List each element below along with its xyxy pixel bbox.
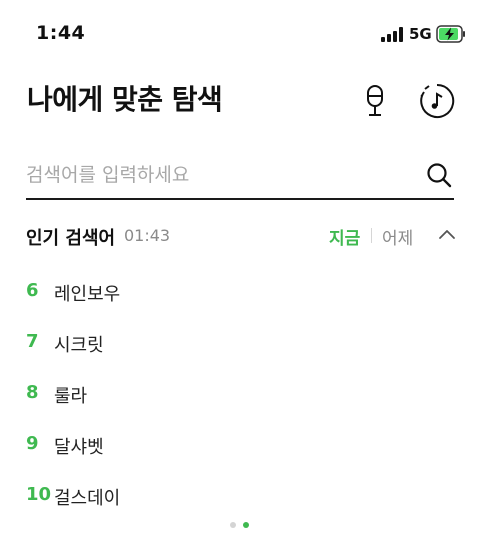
rank-number: 10 (26, 484, 52, 505)
rank-number: 8 (26, 382, 39, 403)
popular-time: 01:43 (124, 226, 171, 245)
page-dot[interactable] (230, 522, 236, 528)
network-type: 5G (409, 25, 432, 43)
microphone-icon[interactable] (361, 84, 389, 118)
search-icon[interactable] (426, 162, 452, 188)
page-title: 나에게 맞춘 탐색 (27, 83, 223, 116)
search-bar (26, 150, 454, 200)
list-item[interactable]: 7 시크릿 (26, 331, 446, 361)
tab-yesterday[interactable]: 어제 (382, 224, 413, 249)
page-dot-active[interactable] (243, 522, 249, 528)
status-time: 1:44 (36, 22, 86, 44)
tab-now[interactable]: 지금 (329, 224, 360, 249)
rank-number: 9 (26, 433, 39, 454)
rank-label: 레인보우 (54, 284, 121, 305)
list-item[interactable]: 10 걸스데이 (26, 484, 446, 514)
list-item[interactable]: 8 룰라 (26, 382, 446, 412)
popular-title: 인기 검색어 (26, 228, 116, 249)
status-bar: 1:44 5G (0, 0, 480, 70)
page-indicator (230, 522, 252, 530)
tab-divider (371, 228, 372, 243)
battery-charging-icon (436, 25, 465, 43)
rank-label: 룰라 (54, 386, 88, 407)
rank-label: 걸스데이 (54, 488, 121, 509)
rank-label: 시크릿 (54, 335, 104, 356)
rank-number: 7 (26, 331, 39, 352)
search-input[interactable] (26, 158, 406, 192)
list-item[interactable]: 6 레인보우 (26, 280, 446, 310)
rank-label: 달샤벳 (54, 437, 104, 458)
chevron-up-icon[interactable] (437, 226, 457, 242)
rank-number: 6 (26, 280, 39, 301)
music-search-icon[interactable] (419, 83, 455, 119)
list-item[interactable]: 9 달샤벳 (26, 433, 446, 463)
signal-bars-icon (381, 27, 403, 42)
